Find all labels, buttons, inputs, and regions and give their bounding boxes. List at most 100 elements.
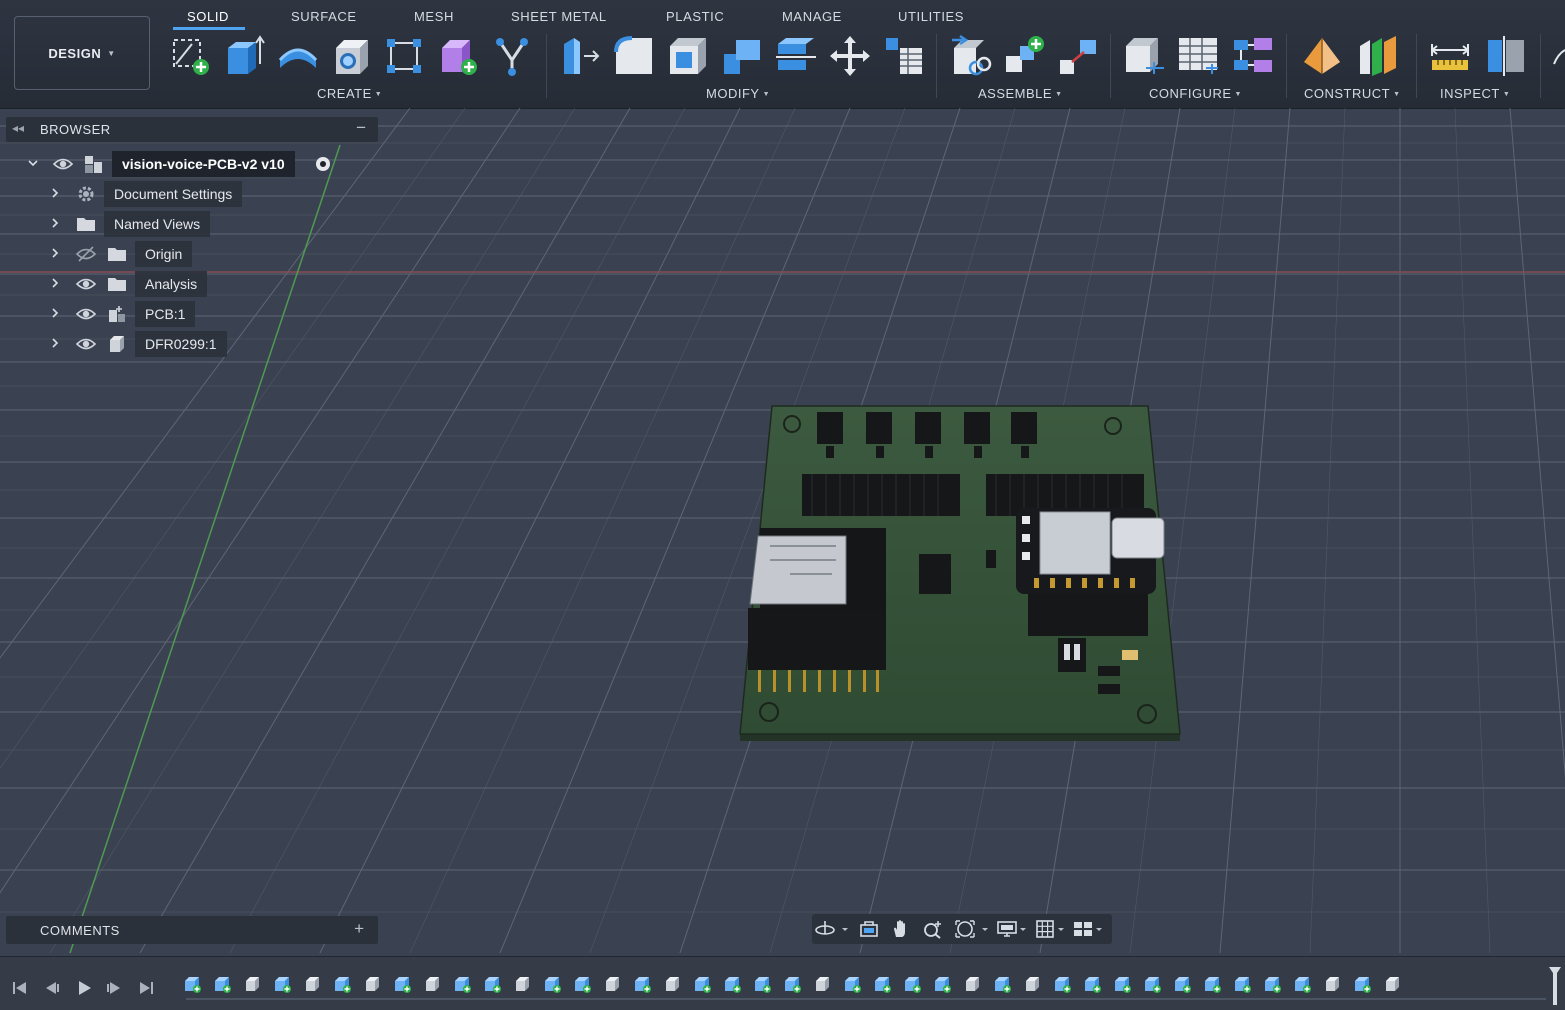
tab-surface[interactable]: SURFACE: [291, 9, 357, 24]
derive-icon[interactable]: [490, 34, 534, 78]
pattern-icon[interactable]: [382, 34, 426, 78]
comments-panel[interactable]: COMMENTS +: [6, 916, 378, 944]
add-comment-icon[interactable]: +: [354, 919, 364, 939]
shell-icon[interactable]: [666, 34, 710, 78]
chevron-down-icon[interactable]: [1018, 919, 1028, 939]
workspace-switcher[interactable]: DESIGN ▼: [14, 16, 150, 90]
minimize-icon[interactable]: −: [356, 118, 366, 138]
joint-feature-icon[interactable]: [392, 974, 412, 994]
component-feature-icon[interactable]: [302, 974, 322, 994]
collapse-panel-icon[interactable]: ◂◂: [12, 121, 24, 135]
joint-feature-icon[interactable]: [542, 974, 562, 994]
offset-plane-icon[interactable]: [1300, 34, 1344, 78]
joint-feature-icon[interactable]: [1082, 974, 1102, 994]
chevron-right-icon[interactable]: [48, 276, 62, 290]
chevron-down-icon[interactable]: [1094, 919, 1104, 939]
tab-solid[interactable]: SOLID: [172, 9, 246, 30]
component-feature-icon[interactable]: [512, 974, 532, 994]
as-built-joint-icon[interactable]: [1056, 34, 1100, 78]
joint-feature-icon[interactable]: [1202, 974, 1222, 994]
component-feature-icon[interactable]: [362, 974, 382, 994]
eye-icon[interactable]: [75, 274, 97, 294]
configuration-manager-icon[interactable]: [1230, 34, 1274, 78]
tree-item-dfr0299[interactable]: DFR0299:1: [44, 331, 274, 357]
eye-icon[interactable]: [52, 154, 74, 174]
midplane-icon[interactable]: [1356, 34, 1400, 78]
joint-feature-icon[interactable]: [1262, 974, 1282, 994]
joint-feature-icon[interactable]: [1112, 974, 1132, 994]
hole-icon[interactable]: [330, 34, 374, 78]
zoom-icon[interactable]: [922, 919, 944, 939]
joint-feature-icon[interactable]: [332, 974, 352, 994]
move-copy-icon[interactable]: [828, 34, 872, 78]
chevron-down-icon[interactable]: [840, 919, 850, 939]
step-forward-icon[interactable]: [104, 978, 124, 998]
joint-feature-icon[interactable]: [1172, 974, 1192, 994]
fit-icon[interactable]: [954, 919, 976, 939]
component-feature-icon[interactable]: [812, 974, 832, 994]
tab-manage[interactable]: MANAGE: [782, 9, 842, 24]
component-feature-icon[interactable]: [242, 974, 262, 994]
joint-feature-icon[interactable]: [1292, 974, 1312, 994]
chevron-down-icon[interactable]: [1056, 919, 1066, 939]
chevron-right-icon[interactable]: [48, 336, 62, 350]
component-feature-icon[interactable]: [422, 974, 442, 994]
joint-feature-icon[interactable]: [1052, 974, 1072, 994]
create-group-label[interactable]: CREATE ▼: [317, 86, 382, 101]
tree-root[interactable]: vision-voice-PCB-v2 v10: [20, 151, 340, 177]
component-feature-icon[interactable]: [662, 974, 682, 994]
fillet-icon[interactable]: [612, 34, 656, 78]
joint-feature-icon[interactable]: [692, 974, 712, 994]
chevron-right-icon[interactable]: [48, 246, 62, 260]
joint-feature-icon[interactable]: [752, 974, 772, 994]
joint-feature-icon[interactable]: [452, 974, 472, 994]
timeline-marker[interactable]: [1548, 965, 1562, 1005]
eye-icon[interactable]: [75, 334, 97, 354]
go-to-start-icon[interactable]: [10, 978, 30, 998]
joint-feature-icon[interactable]: [932, 974, 952, 994]
pcb-model[interactable]: [739, 405, 1181, 741]
eye-icon[interactable]: [75, 304, 97, 324]
eye-hidden-icon[interactable]: [75, 244, 97, 264]
insert-icon[interactable]: [1550, 34, 1565, 78]
section-analysis-icon[interactable]: [1484, 34, 1528, 78]
joint-feature-icon[interactable]: [482, 974, 502, 994]
look-at-icon[interactable]: [858, 919, 880, 939]
measure-icon[interactable]: [1428, 34, 1472, 78]
display-settings-icon[interactable]: [996, 919, 1018, 939]
component-feature-icon[interactable]: [602, 974, 622, 994]
tab-utilities[interactable]: UTILITIES: [898, 9, 964, 24]
viewports-icon[interactable]: [1072, 919, 1094, 939]
chevron-right-icon[interactable]: [48, 306, 62, 320]
revolve-icon[interactable]: [276, 34, 320, 78]
tree-item-document-settings[interactable]: Document Settings: [44, 181, 274, 207]
joint-feature-icon[interactable]: [1142, 974, 1162, 994]
configure-group-label[interactable]: CONFIGURE ▼: [1149, 86, 1242, 101]
joint-icon[interactable]: [1002, 34, 1046, 78]
tab-sheet-metal[interactable]: SHEET METAL: [511, 9, 607, 24]
chevron-right-icon[interactable]: [48, 186, 62, 200]
joint-feature-icon[interactable]: [1352, 974, 1372, 994]
assemble-group-label[interactable]: ASSEMBLE ▼: [978, 86, 1063, 101]
joint-feature-icon[interactable]: [182, 974, 202, 994]
split-body-icon[interactable]: [774, 34, 818, 78]
component-feature-icon[interactable]: [1022, 974, 1042, 994]
tree-item-analysis[interactable]: Analysis: [44, 271, 274, 297]
joint-feature-icon[interactable]: [872, 974, 892, 994]
create-sketch-icon[interactable]: [168, 34, 212, 78]
joint-feature-icon[interactable]: [572, 974, 592, 994]
component-feature-icon[interactable]: [1322, 974, 1342, 994]
joint-feature-icon[interactable]: [782, 974, 802, 994]
configure-table-icon[interactable]: [1122, 34, 1166, 78]
active-radio-icon[interactable]: [313, 154, 335, 174]
chevron-right-icon[interactable]: [48, 216, 62, 230]
tree-item-origin[interactable]: Origin: [44, 241, 274, 267]
tree-item-pcb[interactable]: PCB:1: [44, 301, 274, 327]
create-form-icon[interactable]: [436, 34, 480, 78]
joint-feature-icon[interactable]: [992, 974, 1012, 994]
tree-item-named-views[interactable]: Named Views: [44, 211, 274, 237]
play-icon[interactable]: [74, 978, 94, 998]
step-back-icon[interactable]: [42, 978, 62, 998]
joint-feature-icon[interactable]: [212, 974, 232, 994]
joint-feature-icon[interactable]: [1232, 974, 1252, 994]
